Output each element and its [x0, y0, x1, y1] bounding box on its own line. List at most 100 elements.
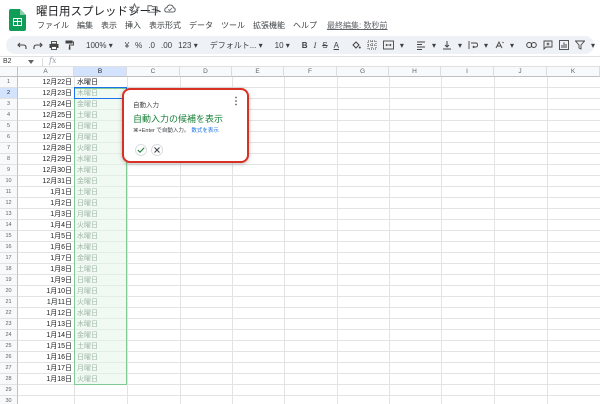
cell-date[interactable]: 1月10日: [18, 286, 74, 297]
column-header-i[interactable]: I: [441, 67, 494, 77]
row-header[interactable]: 15: [0, 231, 18, 242]
last-edit-link[interactable]: 最終編集: 数秒前: [321, 20, 387, 31]
font-family-select[interactable]: デフォルト... ▾: [207, 37, 266, 53]
cell-date[interactable]: 1月16日: [18, 352, 74, 363]
horizontal-align-icon[interactable]: [413, 37, 429, 53]
dismiss-autocomplete-button[interactable]: [151, 144, 163, 156]
column-header-b[interactable]: B: [74, 67, 127, 77]
cell-date[interactable]: 1月17日: [18, 363, 74, 374]
redo-icon[interactable]: [30, 37, 46, 53]
cell-date[interactable]: 1月8日: [18, 264, 74, 275]
cell-date[interactable]: 1月1日: [18, 187, 74, 198]
select-all-corner[interactable]: [0, 67, 18, 77]
cell-weekday-suggestion[interactable]: 火曜日: [75, 297, 126, 308]
cell-date[interactable]: 12月28日: [18, 143, 74, 154]
spreadsheet-grid[interactable]: A B C D E F G H I J K 1 2 3 4 5 6 7 8 9 10 11 12 13 14 15 16 17 18 19…: [0, 67, 600, 404]
column-header-e[interactable]: E: [232, 67, 284, 77]
cell-date[interactable]: 12月27日: [18, 132, 74, 143]
row-header[interactable]: 13: [0, 209, 18, 220]
cell-weekday-suggestion[interactable]: 日曜日: [75, 121, 126, 132]
name-box[interactable]: B2: [3, 57, 12, 67]
row-header[interactable]: 26: [0, 352, 18, 363]
chevron-down-icon[interactable]: ▾: [507, 37, 517, 53]
accept-autocomplete-button[interactable]: [135, 144, 147, 156]
decrease-decimal-button[interactable]: .0: [145, 37, 158, 53]
chevron-down-icon[interactable]: ▾: [429, 37, 439, 53]
cell-weekday-suggestion[interactable]: 木曜日: [75, 242, 126, 253]
merge-cells-icon[interactable]: [380, 37, 397, 53]
borders-icon[interactable]: [364, 37, 380, 53]
row-header[interactable]: 7: [0, 143, 18, 154]
cell-weekday-suggestion[interactable]: 金曜日: [75, 176, 126, 187]
row-header[interactable]: 29: [0, 385, 18, 396]
increase-decimal-button[interactable]: .00: [158, 37, 175, 53]
cell-date[interactable]: 12月23日: [18, 88, 74, 99]
row-header[interactable]: 30: [0, 396, 18, 404]
font-size-select[interactable]: 10 ▾: [272, 37, 293, 53]
cell-weekday-suggestion[interactable]: 金曜日: [75, 99, 126, 110]
row-header[interactable]: 12: [0, 198, 18, 209]
cell-weekday-suggestion[interactable]: 金曜日: [75, 253, 126, 264]
cell-date[interactable]: 1月11日: [18, 297, 74, 308]
cell-date[interactable]: 1月18日: [18, 374, 74, 385]
number-format-select[interactable]: 123 ▾: [175, 37, 201, 53]
column-header-c[interactable]: C: [127, 67, 180, 77]
row-header[interactable]: 17: [0, 253, 18, 264]
italic-button[interactable]: I: [311, 37, 320, 53]
fill-color-icon[interactable]: [348, 37, 364, 53]
row-header[interactable]: 23: [0, 319, 18, 330]
text-color-button[interactable]: A: [331, 37, 342, 53]
cell-weekday-suggestion[interactable]: 日曜日: [75, 275, 126, 286]
row-header[interactable]: 19: [0, 275, 18, 286]
cell-weekday-suggestion[interactable]: 土曜日: [75, 341, 126, 352]
cell-weekday-suggestion[interactable]: 火曜日: [75, 143, 126, 154]
vertical-align-icon[interactable]: [439, 37, 455, 53]
menu-tools[interactable]: ツール: [217, 20, 249, 31]
zoom-select[interactable]: 100% ▾: [83, 37, 116, 53]
cell-date[interactable]: 1月15日: [18, 341, 74, 352]
text-rotation-icon[interactable]: [491, 37, 507, 53]
row-header[interactable]: 4: [0, 110, 18, 121]
cell-weekday-suggestion[interactable]: 水曜日: [75, 308, 126, 319]
row-header[interactable]: 27: [0, 363, 18, 374]
row-header[interactable]: 25: [0, 341, 18, 352]
cell-weekday-suggestion[interactable]: 火曜日: [75, 374, 126, 385]
column-header-g[interactable]: G: [337, 67, 389, 77]
insert-chart-icon[interactable]: [556, 37, 572, 53]
row-header[interactable]: 5: [0, 121, 18, 132]
cell-weekday-suggestion[interactable]: 日曜日: [75, 198, 126, 209]
row-header[interactable]: 18: [0, 264, 18, 275]
row-header[interactable]: 10: [0, 176, 18, 187]
menu-help[interactable]: ヘルプ: [289, 20, 321, 31]
insert-comment-icon[interactable]: [540, 37, 556, 53]
chevron-down-icon[interactable]: ▾: [588, 37, 598, 53]
percent-format-button[interactable]: %: [132, 37, 145, 53]
cell-date[interactable]: 1月14日: [18, 330, 74, 341]
row-header[interactable]: 8: [0, 154, 18, 165]
cell-weekday-suggestion[interactable]: 水曜日: [75, 154, 126, 165]
insert-link-icon[interactable]: [523, 37, 540, 53]
paint-format-icon[interactable]: [62, 37, 77, 53]
cell-date[interactable]: 1月4日: [18, 220, 74, 231]
chevron-down-icon[interactable]: ▾: [455, 37, 465, 53]
cell-weekday-suggestion[interactable]: 土曜日: [75, 110, 126, 121]
menu-file[interactable]: ファイル: [33, 20, 73, 31]
text-wrap-icon[interactable]: [465, 37, 481, 53]
cell-date[interactable]: 1月2日: [18, 198, 74, 209]
row-header[interactable]: 2: [0, 88, 18, 99]
undo-icon[interactable]: [14, 37, 30, 53]
cell-date[interactable]: 1月3日: [18, 209, 74, 220]
cell-date[interactable]: 1月6日: [18, 242, 74, 253]
more-vert-icon[interactable]: [233, 96, 239, 106]
cloud-status-icon[interactable]: [164, 2, 176, 14]
cell-weekday-suggestion[interactable]: 月曜日: [75, 209, 126, 220]
menu-format[interactable]: 表示形式: [145, 20, 185, 31]
column-header-f[interactable]: F: [284, 67, 337, 77]
row-header[interactable]: 14: [0, 220, 18, 231]
cell-weekday-suggestion[interactable]: 日曜日: [75, 352, 126, 363]
chevron-down-icon[interactable]: [28, 60, 34, 64]
menu-data[interactable]: データ: [185, 20, 217, 31]
cell-weekday-suggestion[interactable]: 水曜日: [75, 231, 126, 242]
row-header[interactable]: 11: [0, 187, 18, 198]
cell-weekday-suggestion[interactable]: 木曜日: [75, 319, 126, 330]
